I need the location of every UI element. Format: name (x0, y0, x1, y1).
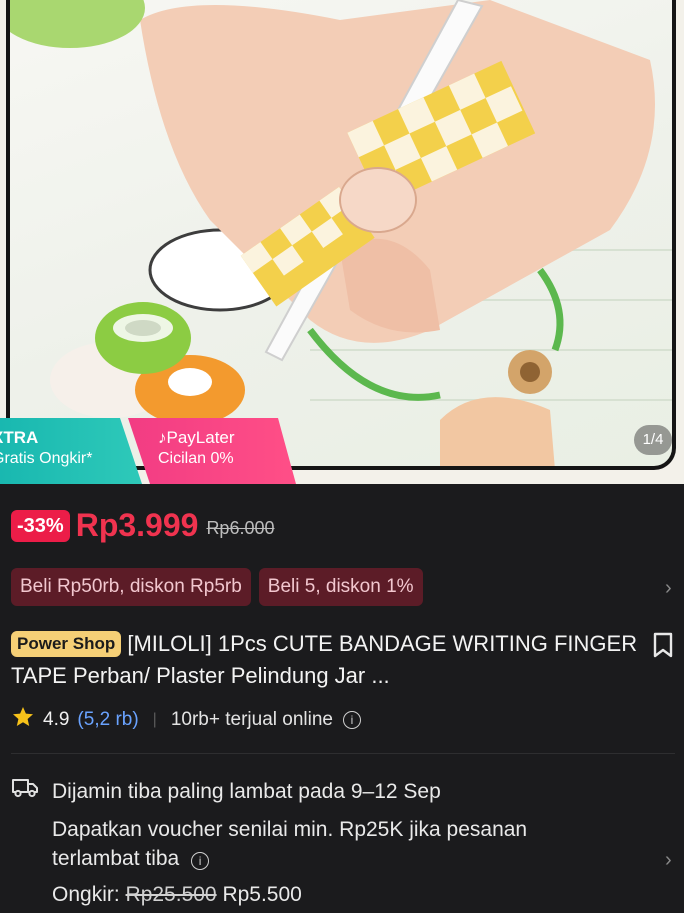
shipping-fee-original: Rp25.500 (125, 883, 217, 906)
rating-score: 4.9 (43, 709, 70, 730)
shipping-fee: Ongkir: Rp25.500 Rp5.500 (52, 880, 675, 909)
promo-free-shipping-label: Gratis Ongkir* (0, 450, 93, 467)
promo-xtra-label: XTRA (0, 428, 39, 447)
promo-paylater-label: PayLater (166, 428, 235, 447)
promo-installment-label: Cicilan 0% (158, 450, 234, 467)
sold-count: 10rb+ terjual online (170, 709, 333, 730)
paylater-promo: ♪PayLater Cicilan 0% (128, 418, 296, 484)
info-icon[interactable]: i (191, 852, 210, 870)
voucher-chip[interactable]: Beli Rp50rb, diskon Rp5rb (11, 568, 251, 606)
delivery-guarantee: Dijamin tiba paling lambat pada 9–12 Sep (52, 779, 441, 803)
shipping-section[interactable]: Dijamin tiba paling lambat pada 9–12 Sep… (11, 776, 675, 909)
discount-badge: -33% (11, 509, 70, 542)
star-icon (11, 705, 35, 735)
shipping-fee-current: Rp5.500 (222, 883, 302, 906)
voucher-chip[interactable]: Beli 5, diskon 1% (258, 568, 423, 606)
finger-tape-illustration (10, 0, 672, 466)
tiktok-icon: ♪ (158, 428, 167, 447)
power-shop-badge: Power Shop (11, 631, 122, 657)
original-price: Rp6.000 (206, 518, 275, 538)
voucher-note: Dapatkan voucher senilai min. Rp25K jika… (52, 818, 528, 841)
product-photo (6, 0, 676, 470)
product-title: Power Shop [MILOLI] 1Pcs CUTE BANDAGE WR… (11, 628, 641, 692)
voucher-note-cont: terlambat tiba (52, 847, 180, 870)
price-section: -33% Rp3.999 Rp6.000 (11, 507, 275, 544)
promo-banner: XTRA Gratis Ongkir* ♪PayLater Cicilan 0% (0, 418, 296, 484)
truck-icon (11, 776, 41, 807)
rating-count[interactable]: (5,2 rb) (77, 709, 138, 731)
bookmark-icon[interactable] (651, 631, 675, 664)
info-icon[interactable]: i (342, 711, 361, 729)
divider: | (152, 711, 157, 728)
free-shipping-promo: XTRA Gratis Ongkir* (0, 418, 142, 484)
product-image-carousel[interactable]: XTRA Gratis Ongkir* ♪PayLater Cicilan 0%… (0, 0, 684, 484)
image-counter: 1/4 (634, 425, 672, 455)
chevron-right-icon[interactable]: › (665, 577, 672, 600)
chevron-right-icon[interactable]: › (665, 849, 672, 872)
rating-row[interactable]: 4.9 (5,2 rb) | 10rb+ terjual online i (11, 705, 361, 735)
shipping-fee-label: Ongkir: (52, 883, 120, 906)
current-price: Rp3.999 (75, 507, 199, 543)
voucher-chips[interactable]: Beli Rp50rb, diskon Rp5rb Beli 5, diskon… (11, 568, 423, 606)
section-divider (11, 753, 675, 754)
